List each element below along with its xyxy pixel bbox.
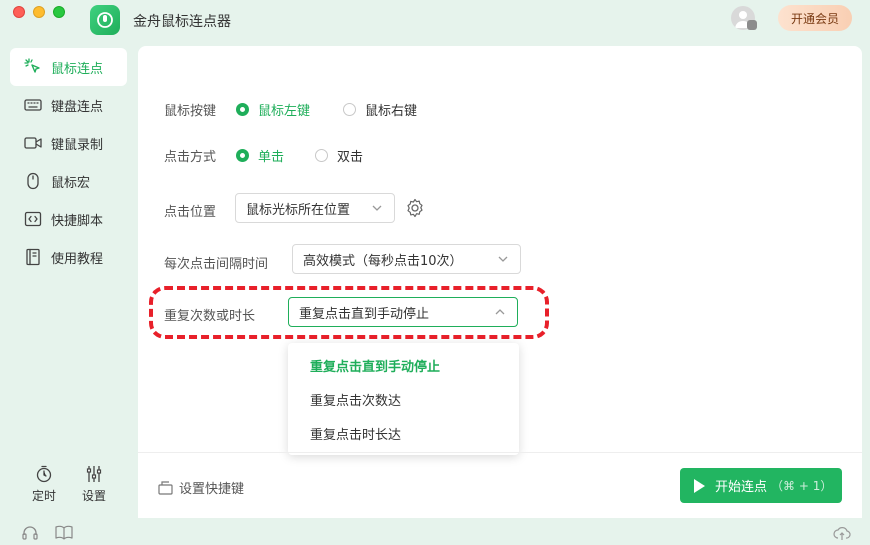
chevron-up-icon — [495, 309, 505, 315]
headset-icon[interactable] — [21, 524, 39, 542]
start-label: 开始连点 — [715, 480, 768, 495]
sidebar-item-label: 鼠标连点 — [51, 61, 104, 77]
click-position-select[interactable]: 鼠标光标所在位置 — [235, 193, 395, 223]
select-value: 重复点击直到手动停止 — [299, 306, 430, 322]
sidebar-item-mouse-click[interactable]: 鼠标连点 — [10, 48, 127, 86]
sidebar: 鼠标连点 键盘连点 键鼠录制 鼠标宏 快捷脚本 使用教程 定时 设置 — [0, 40, 137, 518]
repeat-select[interactable]: 重复点击直到手动停止 — [288, 297, 518, 327]
timer-icon — [36, 465, 52, 483]
app-title: 金舟鼠标连点器 — [133, 14, 231, 30]
radio-left-button[interactable]: 鼠标左键 — [236, 100, 310, 119]
click-type-label: 点击方式 — [164, 150, 217, 165]
shortcut-icon — [158, 481, 173, 495]
radio-single-click[interactable]: 单击 — [236, 146, 284, 165]
radio-right-button[interactable]: 鼠标右键 — [343, 100, 417, 119]
cloud-upload-icon[interactable] — [833, 524, 851, 542]
radio-double-click[interactable]: 双击 — [315, 146, 363, 165]
radio-dot — [343, 103, 356, 116]
keyboard-icon — [24, 96, 42, 114]
dropdown-option[interactable]: 重复点击时长达 — [310, 424, 401, 443]
sidebar-item-script[interactable]: 快捷脚本 — [10, 200, 127, 238]
sidebar-item-tutorial[interactable]: 使用教程 — [10, 238, 127, 276]
click-position-label: 点击位置 — [164, 205, 217, 220]
sidebar-item-label: 键盘连点 — [51, 99, 104, 115]
video-record-icon — [24, 134, 42, 152]
app-logo-icon — [90, 5, 120, 35]
sidebar-item-keyboard-click[interactable]: 键盘连点 — [10, 86, 127, 124]
radio-label: 单击 — [258, 150, 285, 165]
sliders-icon — [86, 466, 102, 482]
vip-button[interactable]: 开通会员 — [778, 5, 852, 31]
radio-label: 双击 — [337, 150, 364, 165]
radio-label: 鼠标右键 — [365, 104, 418, 119]
radio-label: 鼠标左键 — [258, 104, 311, 119]
interval-label: 每次点击间隔时间 — [164, 257, 269, 272]
cursor-click-icon — [24, 58, 42, 76]
play-icon — [694, 478, 705, 493]
sidebar-item-record[interactable]: 键鼠录制 — [10, 124, 127, 162]
sidebar-item-label: 使用教程 — [51, 251, 104, 267]
dropdown-option[interactable]: 重复点击直到手动停止 — [310, 356, 440, 375]
start-clicking-button[interactable]: 开始连点 （⌘ + 1） — [680, 468, 842, 503]
book-icon — [24, 248, 42, 266]
chevron-down-icon — [498, 256, 508, 262]
sidebar-item-label: 鼠标宏 — [51, 175, 91, 191]
window-minimize-button[interactable] — [33, 6, 45, 18]
dropdown-option[interactable]: 重复点击次数达 — [310, 390, 401, 409]
window-zoom-button[interactable] — [53, 6, 65, 18]
mouse-button-label: 鼠标按键 — [164, 104, 217, 119]
select-value: 高效模式（每秒点击10次） — [303, 253, 463, 269]
timer-button[interactable]: 定时 — [24, 465, 64, 504]
radio-dot — [236, 103, 249, 116]
radio-dot — [315, 149, 328, 162]
window-close-button[interactable] — [13, 6, 25, 18]
login-badge-icon — [747, 20, 757, 30]
sidebar-item-mouse-macro[interactable]: 鼠标宏 — [10, 162, 127, 200]
interval-select[interactable]: 高效模式（每秒点击10次） — [292, 244, 521, 274]
repeat-dropdown-menu: 重复点击直到手动停止 重复点击次数达 重复点击时长达 — [288, 343, 519, 455]
settings-label: 设置 — [81, 489, 106, 503]
title-bar: 金舟鼠标连点器 开通会员 — [0, 0, 870, 40]
settings-button[interactable]: 设置 — [74, 465, 114, 504]
sidebar-item-label: 快捷脚本 — [51, 213, 104, 229]
shortcut-label: 设置快捷键 — [179, 482, 245, 497]
chevron-down-icon — [372, 205, 382, 211]
footer-divider — [138, 452, 862, 453]
set-shortcut-link[interactable]: 设置快捷键 — [158, 478, 244, 497]
sidebar-item-label: 键鼠录制 — [51, 137, 104, 153]
start-hotkey: （⌘ + 1） — [771, 479, 833, 493]
radio-dot — [236, 149, 249, 162]
open-book-icon[interactable] — [55, 524, 73, 542]
code-icon — [24, 210, 42, 228]
timer-label: 定时 — [31, 489, 56, 503]
mouse-icon — [24, 172, 42, 190]
repeat-label: 重复次数或时长 — [164, 309, 256, 324]
gear-icon[interactable] — [405, 198, 425, 218]
select-value: 鼠标光标所在位置 — [246, 202, 351, 218]
